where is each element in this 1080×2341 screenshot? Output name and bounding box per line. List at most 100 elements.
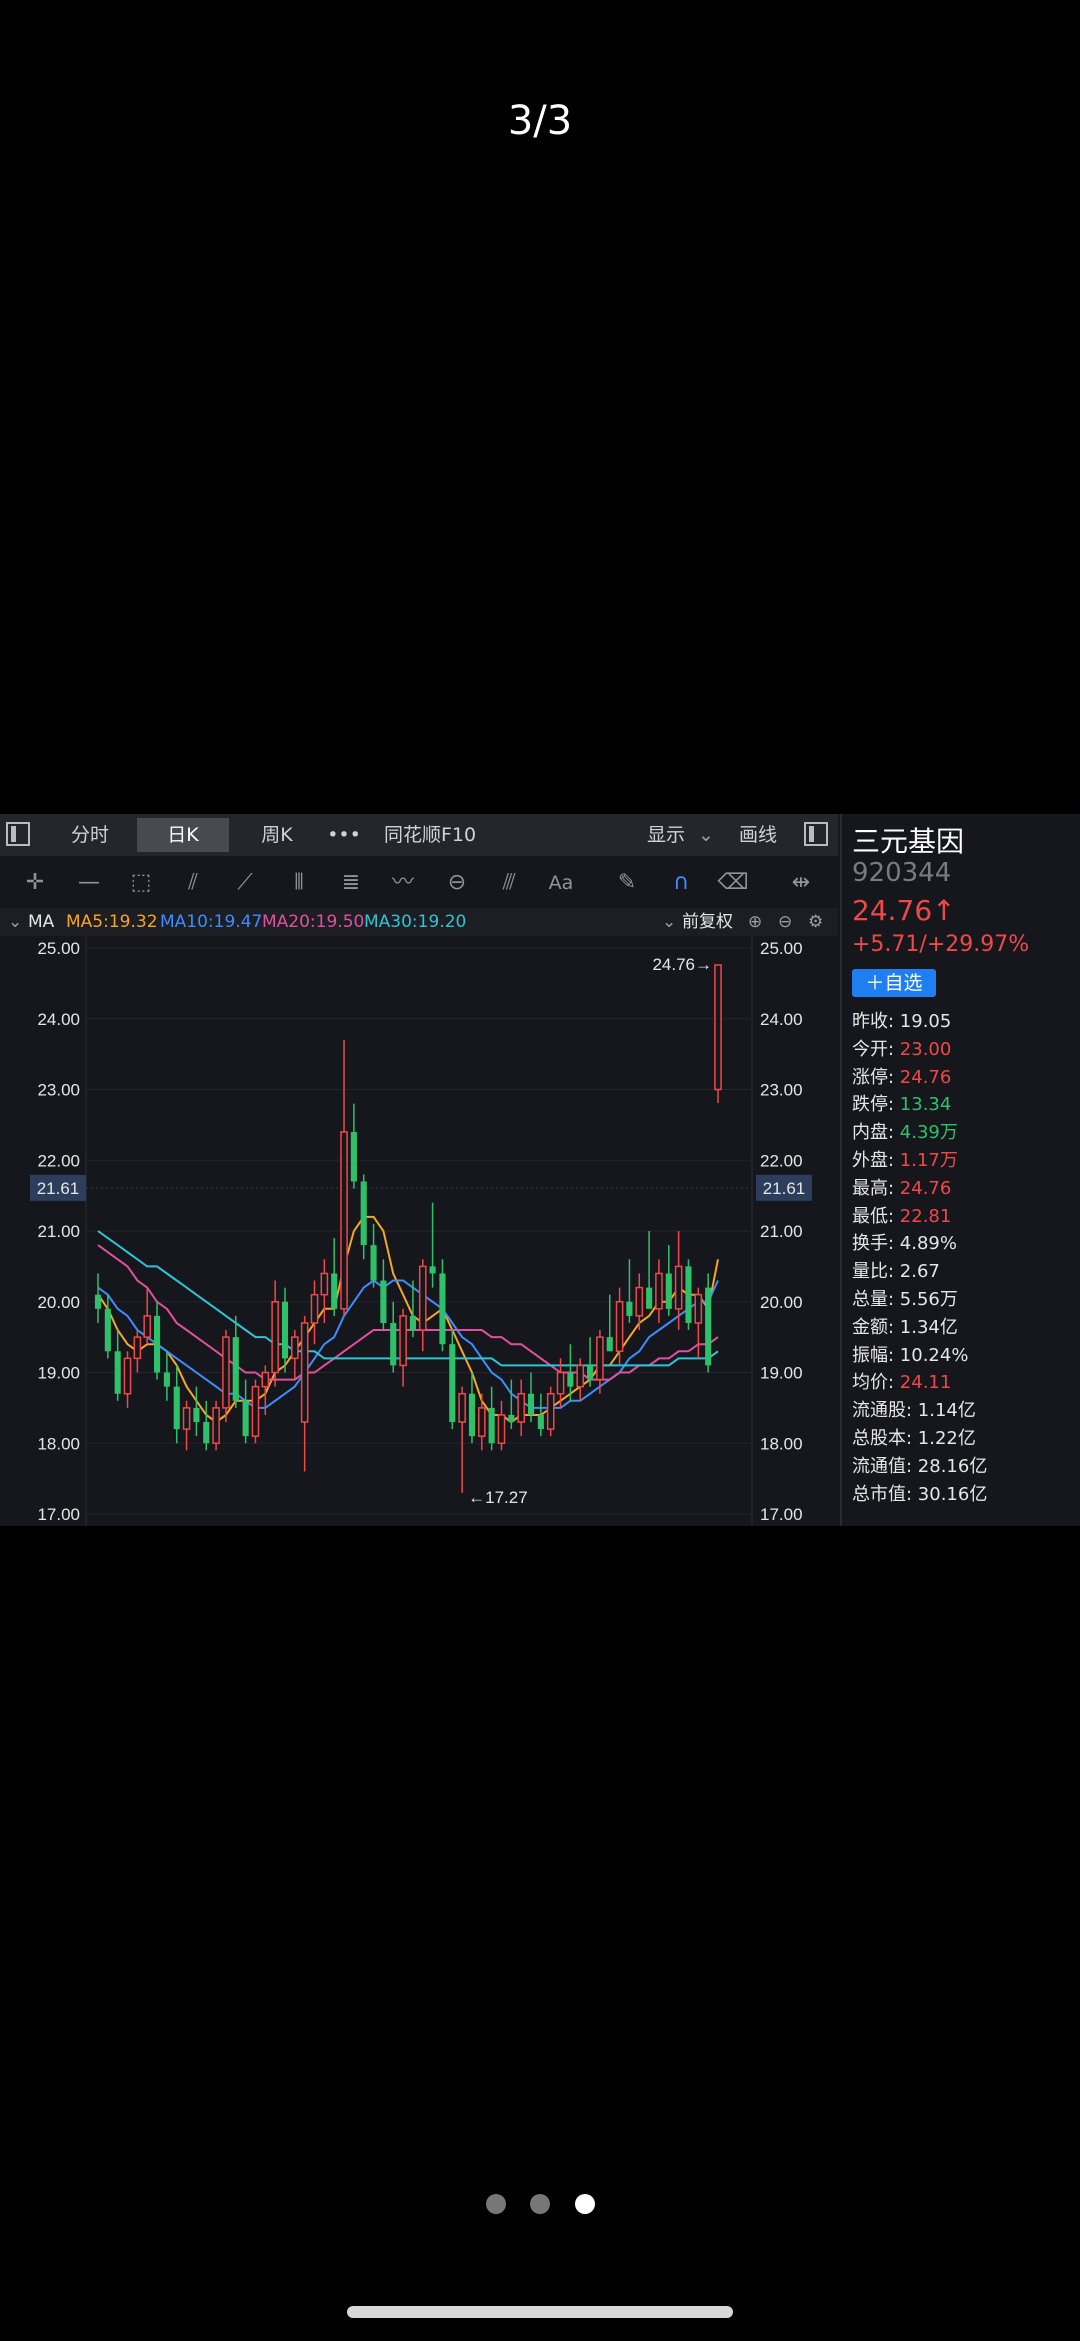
quote-row-key: 振幅: [852, 1344, 895, 1366]
quote-row-key: 昨收: [852, 1011, 895, 1032]
candle-body [182, 1407, 191, 1430]
quote-row-key: 总市值: [852, 1483, 913, 1505]
candle-body [537, 1414, 544, 1430]
candle-body [626, 1301, 633, 1316]
channel-icon[interactable]: ⟋ [228, 868, 262, 898]
adjust-mode[interactable]: 前复权 [682, 908, 733, 936]
candle-body [212, 1407, 220, 1444]
zoom-in-icon[interactable]: ⊕ [748, 908, 762, 936]
stock-code: 920344 [852, 858, 952, 888]
quote-row: 跌停: 13.34 [852, 1091, 1080, 1119]
candle-body [587, 1365, 594, 1380]
candle-body [508, 1414, 515, 1423]
quote-row-value: 30.16亿 [912, 1483, 988, 1505]
pen-icon[interactable]: ✎ [610, 868, 644, 898]
candle-body [655, 1272, 663, 1310]
page-dot-2[interactable] [530, 2194, 550, 2214]
fit-icon[interactable]: ⇹ [784, 868, 818, 898]
draw-menu[interactable]: 画线 [728, 818, 788, 852]
tab-intraday[interactable]: 分时 [50, 818, 130, 852]
y-tick-label-left: 18.00 [37, 1434, 80, 1453]
trash-icon[interactable]: ⌫ [716, 868, 750, 898]
magnet-icon[interactable]: ∩ [664, 868, 698, 898]
candle-body [94, 1294, 102, 1309]
candle-body [458, 1392, 466, 1423]
y-tick-label-right: 21.00 [760, 1222, 803, 1241]
panel-toggle-icon[interactable] [6, 822, 30, 846]
collapse-icon[interactable]: ⌄ [8, 908, 22, 936]
candle-body [232, 1337, 239, 1401]
candle-body [429, 1266, 436, 1274]
settings-gear-icon[interactable]: ⚙ [808, 908, 823, 936]
page-dot-1[interactable] [486, 2194, 506, 2214]
tab-f10[interactable]: 同花顺F10 [368, 818, 492, 852]
candle-body [418, 1265, 427, 1331]
y-tick-label-right: 22.00 [760, 1151, 803, 1170]
quote-row-value: 13.34 [894, 1094, 952, 1116]
tab-weekly-k[interactable]: 周K [232, 818, 322, 852]
ma20-value: MA20:19.50 [262, 912, 365, 932]
candle-body [635, 1286, 644, 1317]
display-menu[interactable]: 显示 [636, 818, 696, 852]
quote-row: 金额: 1.34亿 [852, 1314, 1080, 1342]
quote-row: 昨收: 19.05 [852, 1008, 1080, 1036]
wave-icon[interactable]: 〰 [386, 868, 420, 898]
fib-icon[interactable]: ≣ [334, 868, 368, 898]
y-tick-label-left: 20.00 [37, 1293, 80, 1312]
crosshair-icon[interactable]: ✛ [18, 868, 52, 898]
quote-rows: 昨收: 19.05 今开: 23.00 涨停: 24.76 跌停: 13.34 内盘: … [852, 1008, 1080, 1508]
quote-row-value: 1.17万 [894, 1149, 958, 1171]
quote-row-key: 今开: [852, 1038, 895, 1060]
quote-row-key: 均价: [852, 1372, 895, 1394]
chevron-down-icon[interactable]: ⌄ [696, 818, 716, 852]
ma30-value: MA30:19.20 [364, 912, 467, 932]
candle-body [556, 1371, 565, 1395]
cycle-icon[interactable]: ⊖ [440, 868, 474, 898]
candle-body [546, 1392, 555, 1430]
candle-body [497, 1414, 506, 1445]
stock-price: 24.76↑ [852, 894, 956, 927]
chevron-down-icon[interactable]: ⌄ [662, 908, 676, 936]
more-tabs-button[interactable]: ••• [322, 818, 366, 852]
pitchfork-icon[interactable]: ⫻ [492, 868, 526, 898]
quote-row: 总量: 5.56万 [852, 1286, 1080, 1314]
quote-sidebar: 三元基因 920344 24.76↑ +5.71/+29.97% ＋自选 昨收:… [840, 814, 1080, 1526]
y-tick-label-left: 23.00 [37, 1081, 80, 1100]
zoom-out-icon[interactable]: ⊖ [778, 908, 792, 936]
quote-row: 涨停: 24.76 [852, 1064, 1080, 1092]
add-watchlist-button[interactable]: ＋自选 [852, 969, 936, 997]
candle-body [685, 1266, 692, 1323]
page-dot-3[interactable] [575, 2194, 595, 2214]
y-tick-label-left: 24.00 [37, 1010, 80, 1029]
y-tick-label-right: 24.00 [760, 1010, 803, 1029]
quote-row-key: 涨停: [852, 1066, 895, 1088]
candle-body [576, 1364, 585, 1388]
quote-row: 最高: 24.76 [852, 1175, 1080, 1203]
candle-body [596, 1336, 604, 1381]
line-icon[interactable]: — [72, 868, 106, 898]
quote-row: 内盘: 4.39万 [852, 1119, 1080, 1147]
kline-svg[interactable]: 25.00 25.00 24.00 24.00 23.00 23.00 22.00 22.00… [0, 936, 838, 1526]
tab-daily-k[interactable]: 日K [137, 818, 229, 852]
quote-row-value: 1.14亿 [912, 1400, 976, 1422]
candle-body [193, 1407, 200, 1423]
candle-body [360, 1181, 367, 1246]
candle-body [714, 964, 722, 1091]
candle-body [114, 1351, 121, 1394]
candle-body [350, 1131, 357, 1182]
quote-row: 流通股: 1.14亿 [852, 1397, 1080, 1425]
rect-icon[interactable]: ⬚ [124, 868, 158, 898]
parallel-icon[interactable]: ⦀ [282, 868, 316, 898]
side-panel-toggle-icon[interactable] [804, 822, 828, 846]
kline-chart[interactable]: 25.00 25.00 24.00 24.00 23.00 23.00 22.00 22.00… [0, 936, 838, 1526]
quote-row: 外盘: 1.17万 [852, 1147, 1080, 1175]
candle-body [449, 1344, 456, 1423]
min-price-label: ←17.27 [468, 1488, 528, 1507]
candle-body [300, 1322, 309, 1423]
quote-row-value: 28.16亿 [912, 1455, 988, 1477]
fan-icon[interactable]: ⫽ [176, 868, 210, 898]
quote-row-value: 10.24% [894, 1344, 969, 1366]
y-tick-label-left: 21.00 [37, 1222, 80, 1241]
text-icon[interactable]: Aa [544, 868, 578, 898]
quote-row: 振幅: 10.24% [852, 1342, 1080, 1370]
